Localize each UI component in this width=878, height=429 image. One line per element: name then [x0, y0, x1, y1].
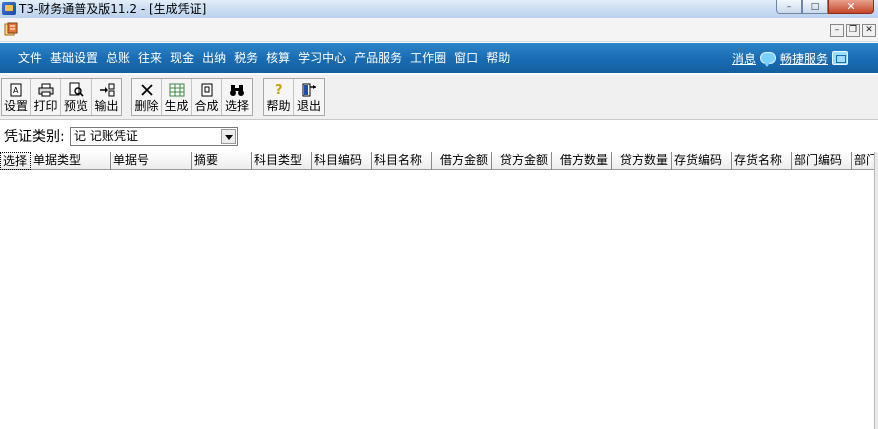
service-link[interactable]: 畅捷服务 — [780, 50, 828, 67]
mdi-child-bar: – ❐ ✕ — [0, 18, 878, 42]
window-close-button[interactable]: ✕ — [828, 0, 874, 14]
toolbar-group-actions: 删除 生成 合成 选择 — [131, 78, 253, 116]
column-header-debit-amount[interactable]: 借方金额 — [432, 152, 492, 170]
export-label: 输出 — [94, 99, 119, 113]
exit-label: 退出 — [296, 99, 321, 113]
print-button[interactable]: 打印 — [31, 79, 61, 115]
delete-x-icon — [139, 82, 155, 97]
column-header-inventory-name[interactable]: 存货名称 — [732, 152, 792, 170]
menu-cash[interactable]: 现金 — [166, 43, 198, 73]
menu-tax[interactable]: 税务 — [230, 43, 262, 73]
menu-items: 文件 基础设置 总账 往来 现金 出纳 税务 核算 学习中心 产品服务 工作圈 … — [14, 43, 514, 73]
merge-document-icon — [199, 82, 215, 97]
menu-learning-center[interactable]: 学习中心 — [294, 43, 350, 73]
toolbar-group-help: ? 帮助 退出 — [263, 78, 325, 116]
toolbar: A 设置 打印 预览 输出 删除 生成 合成 选择 ? 帮助 退出 — [0, 75, 878, 120]
merge-button[interactable]: 合成 — [192, 79, 222, 115]
column-header-summary[interactable]: 摘要 — [192, 152, 252, 170]
column-header-bill-number[interactable]: 单据号 — [111, 152, 192, 170]
menu-receivables[interactable]: 往来 — [134, 43, 166, 73]
menu-general-ledger[interactable]: 总账 — [102, 43, 134, 73]
delete-label: 删除 — [134, 99, 159, 113]
column-header-debit-quantity[interactable]: 借方数量 — [552, 152, 612, 170]
column-header-select[interactable]: 选择 — [0, 152, 31, 170]
svg-text:A: A — [13, 86, 19, 95]
mdi-restore-button[interactable]: ❐ — [846, 24, 860, 37]
preview-label: 预览 — [63, 99, 88, 113]
mdi-close-button[interactable]: ✕ — [862, 24, 876, 37]
mdi-controls: – ❐ ✕ — [830, 24, 876, 37]
column-header-account-type[interactable]: 科目类型 — [252, 152, 312, 170]
window-controls: – □ ✕ — [776, 0, 874, 14]
column-header-credit-quantity[interactable]: 贷方数量 — [612, 152, 672, 170]
voucher-type-select[interactable]: 记 记账凭证 — [70, 127, 238, 146]
message-link[interactable]: 消息 — [732, 50, 756, 67]
setup-label: 设置 — [3, 99, 28, 113]
column-header-inventory-code[interactable]: 存货编码 — [672, 152, 732, 170]
window-title: T3-财务通普及版11.2 - [生成凭证] — [19, 2, 207, 16]
document-icon — [4, 22, 18, 36]
generate-grid-icon — [169, 82, 185, 97]
select-button[interactable]: 选择 — [222, 79, 252, 115]
menu-cashier[interactable]: 出纳 — [198, 43, 230, 73]
menu-accounting[interactable]: 核算 — [262, 43, 294, 73]
menu-right-links: 消息 畅捷服务 — [732, 43, 848, 73]
chevron-down-icon[interactable] — [221, 129, 236, 144]
column-header-account-code[interactable]: 科目编码 — [312, 152, 372, 170]
generate-button[interactable]: 生成 — [162, 79, 192, 115]
column-header-account-name[interactable]: 科目名称 — [372, 152, 432, 170]
generate-label: 生成 — [164, 99, 189, 113]
service-window-icon[interactable] — [832, 51, 848, 65]
merge-label: 合成 — [194, 99, 219, 113]
column-header-department-code[interactable]: 部门编码 — [792, 152, 852, 170]
select-label: 选择 — [224, 99, 249, 113]
preview-button[interactable]: 预览 — [61, 79, 92, 115]
window-minimize-button[interactable]: – — [776, 0, 802, 14]
menu-window[interactable]: 窗口 — [450, 43, 482, 73]
mdi-minimize-button[interactable]: – — [830, 24, 844, 37]
svg-text:?: ? — [275, 83, 283, 97]
window-titlebar: T3-财务通普及版11.2 - [生成凭证] – □ ✕ — [0, 0, 878, 18]
delete-button[interactable]: 删除 — [132, 79, 162, 115]
menu-basic-settings[interactable]: 基础设置 — [46, 43, 102, 73]
exit-door-icon — [301, 82, 317, 97]
voucher-type-label: 凭证类别: — [4, 129, 65, 145]
column-header-department[interactable]: 部门 — [852, 152, 874, 170]
print-label: 打印 — [33, 99, 58, 113]
export-arrow-icon — [99, 82, 115, 97]
app-logo-icon — [2, 2, 16, 15]
export-button[interactable]: 输出 — [92, 79, 121, 115]
print-preview-icon — [68, 82, 84, 97]
help-question-icon: ? — [271, 82, 287, 97]
menu-product-service[interactable]: 产品服务 — [350, 43, 406, 73]
help-label: 帮助 — [266, 99, 291, 113]
help-button[interactable]: ? 帮助 — [264, 79, 294, 115]
column-header-bill-type[interactable]: 单据类型 — [31, 152, 111, 170]
printer-icon — [38, 82, 54, 97]
grid-right-edge — [874, 152, 878, 429]
menu-work-circle[interactable]: 工作圈 — [406, 43, 450, 73]
page-setup-icon: A — [8, 82, 24, 97]
toolbar-group-output: A 设置 打印 预览 输出 — [1, 78, 122, 116]
menu-bar: 文件 基础设置 总账 往来 现金 出纳 税务 核算 学习中心 产品服务 工作圈 … — [0, 43, 878, 73]
setup-button[interactable]: A 设置 — [2, 79, 31, 115]
menu-help[interactable]: 帮助 — [482, 43, 514, 73]
binoculars-icon — [229, 82, 245, 97]
voucher-grid: 选择 单据类型 单据号 摘要 科目类型 科目编码 科目名称 借方金额 贷方金额 … — [0, 152, 874, 429]
chat-icon[interactable] — [759, 52, 776, 67]
voucher-type-value: 记 记账凭证 — [74, 129, 138, 143]
exit-button[interactable]: 退出 — [294, 79, 324, 115]
grid-header: 选择 单据类型 单据号 摘要 科目类型 科目编码 科目名称 借方金额 贷方金额 … — [0, 152, 874, 170]
column-header-credit-amount[interactable]: 贷方金额 — [492, 152, 552, 170]
menu-file[interactable]: 文件 — [14, 43, 46, 73]
window-maximize-button[interactable]: □ — [802, 0, 828, 14]
voucher-filter-row: 凭证类别: 记 记账凭证 — [0, 124, 878, 150]
